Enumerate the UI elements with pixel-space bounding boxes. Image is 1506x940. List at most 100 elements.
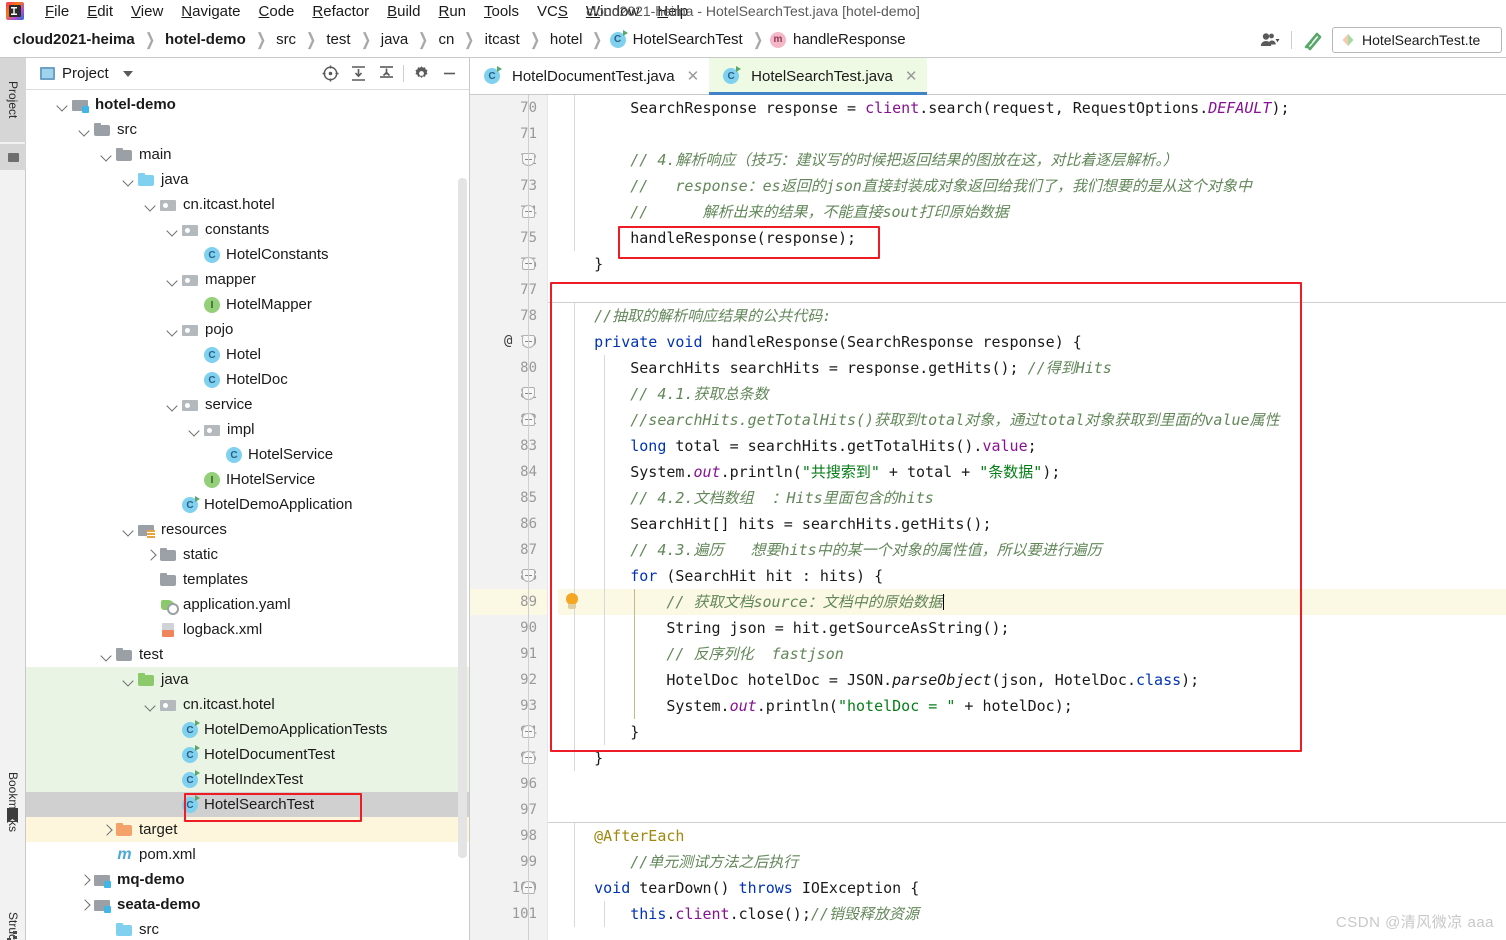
code-line[interactable]: //抽取的解析响应结果的公共代码:: [558, 303, 1506, 329]
code-line[interactable]: @AfterEach: [558, 823, 1506, 849]
tree-item[interactable]: I HotelMapper: [26, 292, 469, 317]
tree-item[interactable]: main: [26, 142, 469, 167]
code-line[interactable]: SearchResponse response = client.search(…: [558, 95, 1506, 121]
code-line[interactable]: HotelDoc hotelDoc = JSON.parseObject(jso…: [558, 667, 1506, 693]
code-line[interactable]: // response：es返回的json直接封装成对象返回给我们了，我们想要的…: [558, 173, 1506, 199]
menu-item-help[interactable]: Help: [648, 1, 697, 22]
tree-item[interactable]: C HotelDemoApplication: [26, 492, 469, 517]
tree-item[interactable]: pojo: [26, 317, 469, 342]
code-line[interactable]: }: [558, 745, 1506, 771]
tree-item[interactable]: test: [26, 642, 469, 667]
tree-item[interactable]: logback.xml: [26, 617, 469, 642]
code-line[interactable]: long total = searchHits.getTotalHits().v…: [558, 433, 1506, 459]
structure-icon[interactable]: [7, 930, 19, 940]
chevron-right-icon[interactable]: [78, 873, 91, 886]
menu-item-refactor[interactable]: Refactor: [303, 1, 378, 22]
tree-item[interactable]: mq-demo: [26, 867, 469, 892]
breadcrumb-method[interactable]: m handleResponse: [769, 31, 909, 48]
code-line[interactable]: }: [558, 719, 1506, 745]
chevron-down-icon[interactable]: [144, 698, 157, 711]
menu-item-edit[interactable]: Edit: [78, 1, 122, 22]
code-line[interactable]: String json = hit.getSourceAsString();: [558, 615, 1506, 641]
menu-item-tools[interactable]: Tools: [475, 1, 528, 22]
chevron-down-icon[interactable]: [144, 198, 157, 211]
tree-item[interactable]: src: [26, 917, 469, 940]
code-line[interactable]: [558, 771, 1506, 797]
tree-item[interactable]: hotel-demo: [26, 92, 469, 117]
bookmark-icon[interactable]: [6, 808, 19, 829]
tree-item[interactable]: C HotelDemoApplicationTests: [26, 717, 469, 742]
chevron-down-icon[interactable]: [100, 648, 113, 661]
tree-item[interactable]: cn.itcast.hotel: [26, 692, 469, 717]
tree-item[interactable]: seata-demo: [26, 892, 469, 917]
chevron-right-icon[interactable]: [100, 823, 113, 836]
code-line[interactable]: [558, 797, 1506, 823]
tree-item[interactable]: constants: [26, 217, 469, 242]
chevron-down-icon[interactable]: [122, 523, 135, 536]
code-line[interactable]: // 4.解析响应（技巧：建议写的时候把返回结果的图放在这，对比着逐层解析。）: [558, 147, 1506, 173]
code-line[interactable]: //单元测试方法之后执行: [558, 849, 1506, 875]
code-line[interactable]: // 获取文档source：文档中的原始数据: [558, 589, 1506, 615]
tree-item[interactable]: resources: [26, 517, 469, 542]
tree-item[interactable]: static: [26, 542, 469, 567]
code-line[interactable]: private void handleResponse(SearchRespon…: [558, 329, 1506, 355]
editor-gutter[interactable]: 70 71 72 73 74 75 76 77 78 79 80 81 82 83 84 85 86 87 88 89…: [470, 95, 548, 940]
tree-item[interactable]: I IHotelService: [26, 467, 469, 492]
tree-item[interactable]: C HotelDoc: [26, 367, 469, 392]
chevron-down-icon[interactable]: [122, 673, 135, 686]
tree-item[interactable]: m pom.xml: [26, 842, 469, 867]
chevron-right-icon[interactable]: [144, 548, 157, 561]
menu-item-file[interactable]: File: [36, 1, 78, 22]
breadcrumb-src[interactable]: src: [273, 31, 299, 48]
chevron-down-icon[interactable]: [122, 70, 133, 77]
hide-panel-icon[interactable]: [435, 61, 463, 87]
tree-item[interactable]: C HotelDocumentTest: [26, 742, 469, 767]
close-icon[interactable]: ✕: [687, 69, 700, 84]
code-line[interactable]: }: [558, 251, 1506, 277]
menu-item-run[interactable]: Run: [429, 1, 475, 22]
collapse-all-icon[interactable]: [372, 61, 400, 87]
menu-item-view[interactable]: View: [122, 1, 172, 22]
code-line[interactable]: SearchHits searchHits = response.getHits…: [558, 355, 1506, 381]
code-line[interactable]: //searchHits.getTotalHits()获取到total对象，通过…: [558, 407, 1506, 433]
code-line[interactable]: // 4.3.遍历 想要hits中的某一个对象的属性值，所以要进行遍历: [558, 537, 1506, 563]
tree-item[interactable]: C HotelService: [26, 442, 469, 467]
code-line[interactable]: void tearDown() throws IOException {: [558, 875, 1506, 901]
breadcrumb-hotel[interactable]: hotel: [547, 31, 586, 48]
code-line[interactable]: // 4.1.获取总条数: [558, 381, 1506, 407]
tree-item[interactable]: application.yaml: [26, 592, 469, 617]
chevron-down-icon[interactable]: [166, 273, 179, 286]
project-tree[interactable]: hotel-demo src main java cn.itcast.hotel cons…: [26, 90, 469, 940]
chevron-down-icon[interactable]: [188, 423, 201, 436]
chevron-down-icon[interactable]: [166, 323, 179, 336]
code-line[interactable]: // 4.2.文档数组 ：Hits里面包含的hits: [558, 485, 1506, 511]
code-line[interactable]: // 反序列化 fastjson: [558, 641, 1506, 667]
settings-gear-icon[interactable]: [407, 61, 435, 87]
tab-hotel-search-test[interactable]: C HotelSearchTest.java ✕: [709, 58, 928, 95]
code-line[interactable]: for (SearchHit hit : hits) {: [558, 563, 1506, 589]
chevron-down-icon[interactable]: [166, 223, 179, 236]
editor-code-text[interactable]: SearchResponse response = client.search(…: [548, 95, 1506, 940]
breadcrumb-java[interactable]: java: [378, 31, 412, 48]
chevron-right-icon[interactable]: [78, 898, 91, 911]
project-tree-scrollbar[interactable]: [458, 178, 467, 858]
breadcrumb-itcast[interactable]: itcast: [482, 31, 523, 48]
tab-hotel-document-test[interactable]: C HotelDocumentTest.java ✕: [470, 58, 710, 94]
locate-in-tree-icon[interactable]: [316, 61, 344, 87]
breadcrumb-module[interactable]: hotel-demo: [162, 31, 249, 48]
tree-item[interactable]: cn.itcast.hotel: [26, 192, 469, 217]
tree-item[interactable]: impl: [26, 417, 469, 442]
tree-item[interactable]: target: [26, 817, 469, 842]
tree-item[interactable]: C HotelSearchTest: [26, 792, 469, 817]
chevron-down-icon[interactable]: [166, 398, 179, 411]
code-line[interactable]: System.out.println("共搜索到" + total + "条数据…: [558, 459, 1506, 485]
tree-item[interactable]: C HotelIndexTest: [26, 767, 469, 792]
menu-item-build[interactable]: Build: [378, 1, 429, 22]
intention-bulb-icon[interactable]: [565, 593, 579, 611]
code-editor[interactable]: 70 71 72 73 74 75 76 77 78 79 80 81 82 83 84 85 86 87 88 89…: [470, 95, 1506, 940]
sidebar-item-project[interactable]: Project: [0, 58, 26, 142]
project-folder-icon[interactable]: [0, 144, 26, 170]
expand-all-icon[interactable]: [344, 61, 372, 87]
chevron-down-icon[interactable]: [100, 148, 113, 161]
tree-item[interactable]: C Hotel: [26, 342, 469, 367]
